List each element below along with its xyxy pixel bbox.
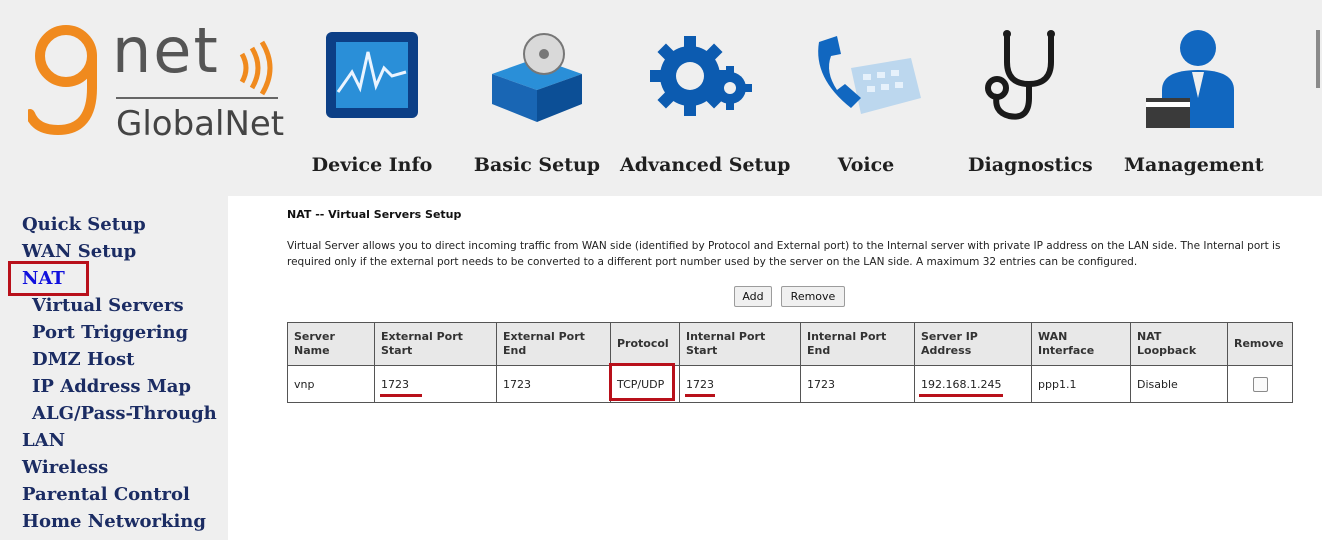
sidebar-item-dmz-host[interactable]: DMZ Host (32, 349, 134, 370)
header-divider (1316, 30, 1320, 88)
gears-icon (646, 28, 756, 128)
table-row: vnp 1723 1723 TCP/UDP 1723 1723 192.168.… (287, 365, 1293, 403)
remove-checkbox[interactable] (1252, 376, 1268, 392)
cell-remove (1227, 365, 1293, 403)
nat-highlight-box (8, 261, 89, 296)
table-header-row: Server Name External Port Start External… (287, 322, 1293, 366)
cell-external-port-end: 1723 (496, 365, 611, 403)
sidebar: Quick Setup WAN Setup NAT Virtual Server… (0, 196, 228, 540)
col-server-name: Server Name (287, 322, 375, 366)
sidebar-item-home-networking[interactable]: Home Networking (22, 511, 206, 532)
phone-keypad-icon (811, 28, 921, 128)
page-title: NAT -- Virtual Servers Setup (287, 208, 462, 221)
underline-external-port-start (380, 394, 422, 397)
logo-word: net (112, 14, 220, 87)
underline-server-ip (919, 394, 1003, 397)
nav-voice[interactable]: Voice (810, 0, 922, 196)
cell-internal-port-end: 1723 (800, 365, 915, 403)
nav-management-label: Management (1124, 154, 1264, 176)
add-button[interactable]: Add (734, 286, 772, 307)
nav-advanced-setup[interactable]: Advanced Setup (620, 0, 791, 196)
underline-internal-port-start (685, 394, 715, 397)
col-protocol: Protocol (610, 322, 680, 366)
user-admin-icon (1142, 28, 1242, 132)
nav-voice-label: Voice (837, 154, 895, 176)
col-wan-interface: WAN Interface (1031, 322, 1131, 366)
col-external-port-end: External Port End (496, 322, 611, 366)
nav-management[interactable]: Management (1124, 0, 1264, 196)
stethoscope-icon (985, 28, 1075, 128)
sidebar-item-virtual-servers[interactable]: Virtual Servers (32, 295, 184, 316)
logo-subtitle: GlobalNet (116, 104, 285, 144)
nav-diagnostics[interactable]: Diagnostics (968, 0, 1093, 196)
protocol-highlight-box (609, 363, 675, 401)
top-header: net GlobalNet Device Info Basic Setup Ad… (0, 0, 1322, 196)
nav-device-info-label: Device Info (311, 154, 433, 176)
col-external-port-start: External Port Start (374, 322, 497, 366)
nav-advanced-setup-label: Advanced Setup (620, 154, 791, 176)
remove-button[interactable]: Remove (781, 286, 845, 307)
sidebar-item-lan[interactable]: LAN (22, 430, 65, 451)
col-server-ip-address: Server IP Address (914, 322, 1032, 366)
globalnet-logo: net GlobalNet (25, 14, 288, 158)
col-internal-port-end: Internal Port End (800, 322, 915, 366)
sidebar-item-ip-address-map[interactable]: IP Address Map (32, 376, 191, 397)
main-content: NAT -- Virtual Servers Setup Virtual Ser… (228, 196, 1322, 540)
sidebar-item-wan-setup[interactable]: WAN Setup (22, 241, 136, 262)
col-nat-loopback: NAT Loopback (1130, 322, 1228, 366)
page-description: Virtual Server allows you to direct inco… (287, 240, 1281, 268)
sidebar-item-alg-pass-through[interactable]: ALG/Pass-Through (32, 403, 217, 424)
virtual-servers-table: Server Name External Port Start External… (287, 322, 1293, 403)
col-internal-port-start: Internal Port Start (679, 322, 801, 366)
cell-server-name: vnp (287, 365, 375, 403)
sidebar-item-wireless[interactable]: Wireless (22, 457, 108, 478)
nav-diagnostics-label: Diagnostics (968, 154, 1093, 176)
sidebar-item-quick-setup[interactable]: Quick Setup (22, 214, 146, 235)
nav-basic-setup[interactable]: Basic Setup (470, 0, 604, 196)
nav-device-info[interactable]: Device Info (305, 0, 439, 196)
nav-basic-setup-label: Basic Setup (473, 154, 601, 176)
chart-monitor-icon (322, 28, 422, 128)
cell-wan-interface: ppp1.1 (1031, 365, 1131, 403)
box-disc-icon (482, 28, 592, 128)
cell-nat-loopback: Disable (1130, 365, 1228, 403)
sidebar-item-port-triggering[interactable]: Port Triggering (32, 322, 188, 343)
col-remove: Remove (1227, 322, 1293, 366)
sidebar-item-parental-control[interactable]: Parental Control (22, 484, 190, 505)
